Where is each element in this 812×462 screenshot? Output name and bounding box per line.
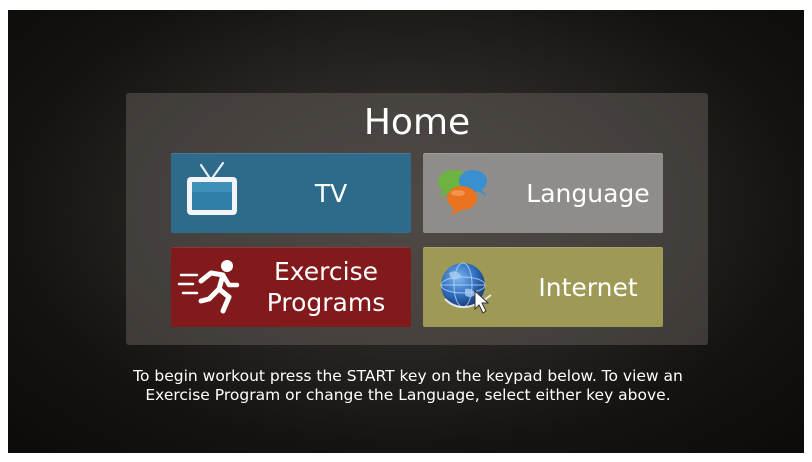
exercise-label-line2: Programs	[266, 288, 386, 317]
instructions-line1: To begin workout press the START key on …	[133, 367, 683, 385]
language-button[interactable]: Language	[423, 153, 663, 233]
exercise-programs-label: Exercise Programs	[256, 247, 396, 327]
running-person-icon	[177, 260, 240, 314]
speech-bubbles-icon	[438, 170, 487, 216]
tv-icon	[187, 161, 237, 215]
exercise-programs-button[interactable]: Exercise Programs	[171, 247, 411, 327]
internet-button[interactable]: Internet	[423, 247, 663, 327]
exercise-label-line1: Exercise	[273, 257, 378, 286]
internet-label: Internet	[538, 272, 638, 302]
tv-button[interactable]: TV	[171, 153, 411, 233]
tv-label: TV	[314, 178, 348, 208]
page-title: Home	[363, 102, 471, 143]
instructions-line2: Exercise Program or change the Language,…	[145, 386, 671, 404]
instructions-text: To begin workout press the START key on …	[108, 367, 708, 405]
globe-cursor-icon	[440, 262, 492, 314]
language-label: Language	[526, 178, 650, 208]
home-panel: Home TV Language Exercise Programs Inter…	[126, 93, 708, 345]
home-screen: Home TV Language Exercise Programs Inter…	[8, 10, 804, 453]
